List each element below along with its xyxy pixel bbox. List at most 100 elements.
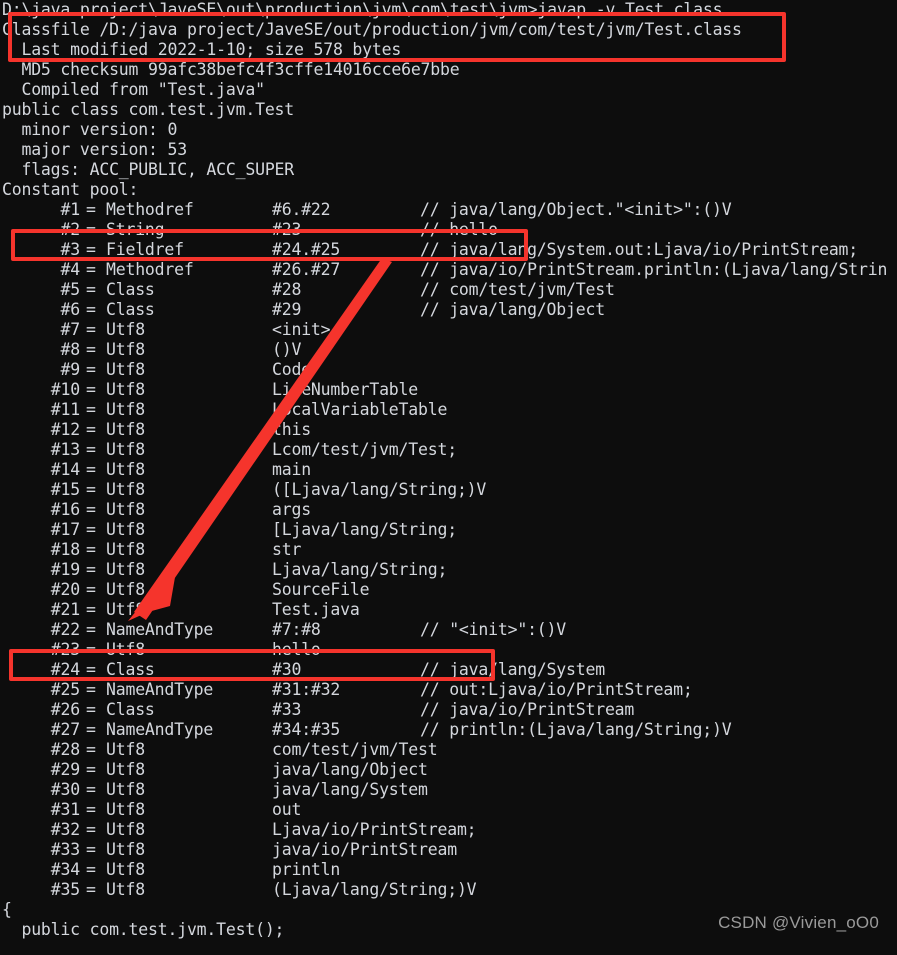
constant-pool-comment: // "<init>":()V xyxy=(420,620,567,639)
constant-pool-equals: = xyxy=(86,260,96,279)
constant-pool-kind: Utf8 xyxy=(106,740,145,759)
constant-pool-comment: // hello xyxy=(420,220,498,239)
constant-pool-kind: String xyxy=(106,220,165,239)
constant-pool-kind: Class xyxy=(106,280,155,299)
constant-pool-ref: #6.#22 xyxy=(272,200,331,219)
constant-pool-equals: = xyxy=(86,380,96,399)
constant-pool-equals: = xyxy=(86,460,96,479)
constant-pool-row: #4 = Methodref #26.#27 // java/io/PrintStrea… xyxy=(2,260,897,280)
constant-pool-ref: out xyxy=(272,800,302,819)
constant-pool-equals: = xyxy=(86,300,96,319)
constant-pool-kind: Utf8 xyxy=(106,400,145,419)
constant-pool-kind: Utf8 xyxy=(106,360,145,379)
constant-pool-index: #34 xyxy=(50,860,80,879)
constant-pool-ref: ()V xyxy=(272,340,302,359)
constant-pool-kind: Utf8 xyxy=(106,820,145,839)
classfile-header-line: minor version: 0 xyxy=(2,120,178,139)
constant-pool-equals: = xyxy=(86,720,96,739)
constant-pool-equals: = xyxy=(86,400,96,419)
constant-pool-ref: println xyxy=(272,860,341,879)
constant-pool-row: #2 = String #23 // hello xyxy=(2,220,897,240)
constant-pool-equals: = xyxy=(86,280,96,299)
constant-pool-ref: str xyxy=(272,540,302,559)
constant-pool-index: #31 xyxy=(50,800,80,819)
constant-pool-kind: NameAndType xyxy=(106,620,214,639)
constant-pool-ref: Code xyxy=(272,360,311,379)
watermark-label: CSDN @Vivien_oO0 xyxy=(718,913,879,932)
constant-pool-row: #6 = Class #29 // java/lang/Object xyxy=(2,300,897,320)
constant-pool-row: #30 = Utf8 java/lang/System xyxy=(2,780,897,800)
constant-pool-equals: = xyxy=(86,600,96,619)
constant-pool-kind: Class xyxy=(106,300,155,319)
constant-pool-row: #31 = Utf8 out xyxy=(2,800,897,820)
constant-pool-equals: = xyxy=(86,360,96,379)
constant-pool-kind: Utf8 xyxy=(106,500,145,519)
constant-pool-row: #19 = Utf8 Ljava/lang/String; xyxy=(2,560,897,580)
constant-pool-index: #4 xyxy=(60,260,81,279)
constant-pool-row: #26 = Class #33 // java/io/PrintStream xyxy=(2,700,897,720)
constant-pool-index: #13 xyxy=(50,440,80,459)
constant-pool-ref: SourceFile xyxy=(272,580,370,599)
constant-pool-equals: = xyxy=(86,840,96,859)
constant-pool-equals: = xyxy=(86,240,96,259)
constant-pool-row: #32 = Utf8 Ljava/io/PrintStream; xyxy=(2,820,897,840)
classfile-header-line: Classfile /D:/java project/JaveSE/out/pr… xyxy=(2,20,742,39)
classfile-header-line: Compiled from "Test.java" xyxy=(2,80,265,99)
constant-pool-equals: = xyxy=(86,680,96,699)
constant-pool-kind: Utf8 xyxy=(106,380,145,399)
constant-pool-ref: #33 xyxy=(272,700,302,719)
constant-pool-row: #22 = NameAndType #7:#8 // "<init>":()V xyxy=(2,620,897,640)
constant-pool-row: #16 = Utf8 args xyxy=(2,500,897,520)
constant-pool-index: #33 xyxy=(50,840,80,859)
constant-pool-comment: // java/lang/System.out:Ljava/io/PrintSt… xyxy=(420,240,859,259)
constant-pool-row: #9 = Utf8 Code xyxy=(2,360,897,380)
constant-pool-kind: Utf8 xyxy=(106,340,145,359)
constant-pool-ref: args xyxy=(272,500,311,519)
constant-pool-kind: Utf8 xyxy=(106,480,145,499)
constant-pool-index: #3 xyxy=(60,240,81,259)
constant-pool-row: #1 = Methodref #6.#22 // java/lang/Object."<… xyxy=(2,200,897,220)
constant-pool-index: #11 xyxy=(50,400,80,419)
constant-pool-kind: Utf8 xyxy=(106,760,145,779)
constant-pool-row: #25 = NameAndType #31:#32 // out:Ljava/io/Pr… xyxy=(2,680,897,700)
constant-pool-equals: = xyxy=(86,580,96,599)
constant-pool-equals: = xyxy=(86,620,96,639)
constant-pool-row: #27 = NameAndType #34:#35 // println:(Ljava/… xyxy=(2,720,897,740)
constant-pool-comment: // java/io/PrintStream xyxy=(420,700,635,719)
constant-pool-row: #18 = Utf8 str xyxy=(2,540,897,560)
classfile-header-line: flags: ACC_PUBLIC, ACC_SUPER xyxy=(2,160,295,179)
constant-pool-kind: Utf8 xyxy=(106,780,145,799)
constant-pool-equals: = xyxy=(86,440,96,459)
constant-pool-ref: #31:#32 xyxy=(272,680,341,699)
constant-pool-index: #14 xyxy=(50,460,80,479)
constant-pool-ref: Lcom/test/jvm/Test; xyxy=(272,440,457,459)
constant-pool-index: #24 xyxy=(50,660,80,679)
constant-pool-ref: #7:#8 xyxy=(272,620,321,639)
constant-pool-equals: = xyxy=(86,820,96,839)
constant-pool-row: #12 = Utf8 this xyxy=(2,420,897,440)
constant-pool-ref: LocalVariableTable xyxy=(272,400,448,419)
constant-pool-ref: Ljava/lang/String; xyxy=(272,560,448,579)
constant-pool-row: #29 = Utf8 java/lang/Object xyxy=(2,760,897,780)
constant-pool-equals: = xyxy=(86,500,96,519)
constant-pool-ref: (Ljava/lang/String;)V xyxy=(272,880,477,899)
constant-pool-index: #19 xyxy=(50,560,80,579)
constant-pool-row: #17 = Utf8 [Ljava/lang/String; xyxy=(2,520,897,540)
constant-pool-comment: // com/test/jvm/Test xyxy=(420,280,615,299)
constant-pool-kind: Utf8 xyxy=(106,540,145,559)
constant-pool-index: #7 xyxy=(60,320,81,339)
classfile-header-line: Last modified 2022-1-10; size 578 bytes xyxy=(2,40,402,59)
constant-pool-ref: hello xyxy=(272,640,321,659)
constant-pool-row: #34 = Utf8 println xyxy=(2,860,897,880)
constant-pool-kind: Class xyxy=(106,660,155,679)
constant-pool-ref: <init> xyxy=(272,320,331,339)
constant-pool-index: #26 xyxy=(50,700,80,719)
constant-pool-comment: // println:(Ljava/lang/String;)V xyxy=(420,720,732,739)
constant-pool-ref: ([Ljava/lang/String;)V xyxy=(272,480,487,499)
constant-pool-index: #12 xyxy=(50,420,80,439)
constant-pool-index: #8 xyxy=(60,340,81,359)
classfile-header-line: MD5 checksum 99afc38befc4f3cffe14016cce6… xyxy=(2,60,460,79)
constant-pool-comment: // java/lang/System xyxy=(420,660,605,679)
constant-pool-row: #35 = Utf8 (Ljava/lang/String;)V xyxy=(2,880,897,900)
constant-pool-kind: Utf8 xyxy=(106,520,145,539)
